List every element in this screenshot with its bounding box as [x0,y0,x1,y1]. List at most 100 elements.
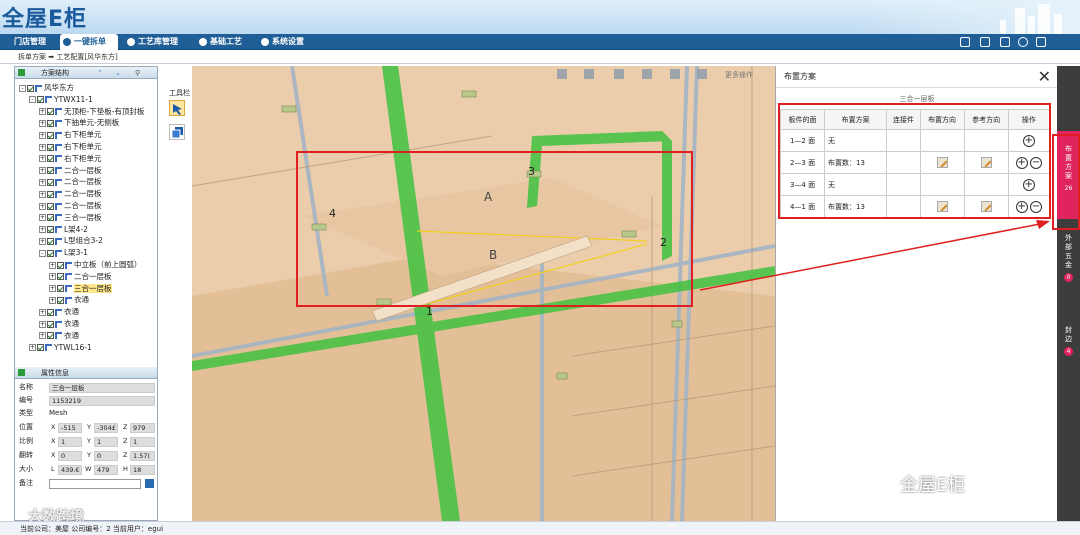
expand-toggle-icon[interactable]: + [39,155,46,163]
checkbox[interactable] [47,178,54,186]
checkbox[interactable] [47,249,54,257]
pos-z[interactable]: 979 [130,423,155,433]
checkbox[interactable] [47,108,54,116]
checkbox[interactable] [57,273,64,281]
collapse-toggle-icon[interactable]: - [39,249,46,257]
size-w[interactable]: 479 [94,465,118,475]
list-icon[interactable] [18,69,25,76]
expand-toggle-icon[interactable]: + [39,320,46,328]
expand-toggle-icon[interactable]: + [39,119,46,127]
tree-item[interactable]: + 二合一层板 [39,176,102,187]
tree-item[interactable]: + 衣通 [39,330,79,341]
calendar-icon[interactable] [980,37,990,47]
tab-edge-banding[interactable]: 封边 4 [1057,326,1080,366]
more-actions[interactable]: 更多操作 [725,70,753,79]
menu-settings[interactable]: 系统设置 [258,34,318,50]
expand-toggle-icon[interactable]: + [39,202,46,210]
size-h[interactable]: 18 [130,465,155,475]
save-icon[interactable] [145,479,154,488]
checkbox[interactable] [57,296,64,304]
tree-item[interactable]: + 无顶柜-下垫板-有顶封板 [39,106,144,117]
tree-item[interactable]: - L架3-1 [39,247,88,258]
expand-toggle-icon[interactable]: + [49,261,56,269]
checkbox[interactable] [47,214,54,222]
expand-toggle-icon[interactable]: + [39,143,46,151]
tree-item[interactable]: + 二合一层板 [49,271,112,282]
collapse-toggle-icon[interactable]: - [19,84,26,92]
rot-x[interactable]: 0 [58,451,82,461]
search-icon[interactable]: ⚲ [135,67,140,79]
tree-item[interactable]: + 衣通 [49,294,89,305]
tree-item[interactable]: + 右下柜单元 [39,129,102,140]
checkbox[interactable] [37,344,44,352]
duplicate-tool-button[interactable] [169,124,185,140]
size-l[interactable]: 439.€ [58,465,82,475]
pos-y[interactable]: -304£ [94,423,118,433]
checkbox[interactable] [27,84,34,92]
checkbox[interactable] [57,261,64,269]
tree-item[interactable]: - 风华东方 [19,82,74,93]
rot-z[interactable]: 1.57( [130,451,155,461]
tree-item[interactable]: - YTWX11-1 [29,94,93,105]
checkbox[interactable] [47,190,54,198]
expand-toggle-icon[interactable]: + [39,190,46,198]
tree-item[interactable]: + L型组合3-2 [39,235,103,246]
menu-store[interactable]: 门店管理 [0,34,52,50]
menu-craft-library[interactable]: 工艺库管理 [124,34,190,50]
expand-toggle-icon[interactable]: + [49,273,56,281]
close-icon[interactable]: ✕ [1038,69,1051,85]
checkbox[interactable] [47,308,54,316]
checkbox[interactable] [47,119,54,127]
expand-toggle-icon[interactable]: + [39,308,46,316]
tree-item[interactable]: + 二合一层板 [39,165,102,176]
tree-item[interactable]: + 三合一层板 [49,283,112,294]
checkbox[interactable] [47,226,54,234]
checkbox[interactable] [47,202,54,210]
home-icon[interactable] [960,37,970,47]
expand-toggle-icon[interactable]: + [39,237,46,245]
tree-item[interactable]: + 衣通 [39,306,79,317]
expand-toggle-icon[interactable]: + [29,344,36,352]
checkbox[interactable] [47,332,54,340]
tree-item[interactable]: + 中立板（前上圆弧） [49,259,142,270]
rot-y[interactable]: 0 [94,451,118,461]
tree-item[interactable]: + 右下柜单元 [39,141,102,152]
expand-toggle-icon[interactable]: + [49,296,56,304]
expand-toggle-icon[interactable]: + [39,332,46,340]
tree-item[interactable]: + 右下柜单元 [39,153,102,164]
expand-toggle-icon[interactable]: + [39,131,46,139]
pos-x[interactable]: -515 [58,423,82,433]
tree-item[interactable]: + 二合一层板 [39,200,102,211]
checkbox[interactable] [47,131,54,139]
menu-basic-craft[interactable]: 基础工艺 [196,34,252,50]
checkbox[interactable] [57,285,64,293]
tree-item[interactable]: + 三合一层板 [39,212,102,223]
exit-icon[interactable] [1036,37,1046,47]
menu-split-order[interactable]: 一键拆单 [60,34,118,50]
collapse-icon[interactable]: ⌃ [97,67,103,79]
expand-toggle-icon[interactable]: + [39,226,46,234]
tree-item[interactable]: + L架4-2 [39,224,88,235]
note-input[interactable] [49,479,141,489]
checkbox[interactable] [37,96,44,104]
expand-icon[interactable]: ⌄ [115,67,121,79]
checkbox[interactable] [47,167,54,175]
checkbox[interactable] [47,320,54,328]
tree-item[interactable]: + 衣通 [39,318,79,329]
tree-item[interactable]: + YTWL16-1 [29,342,92,353]
tree-item[interactable]: + 下抽单元-无侧板 [39,117,119,128]
checkbox[interactable] [47,155,54,163]
expand-toggle-icon[interactable]: + [39,214,46,222]
chart-icon[interactable] [1000,37,1010,47]
collapse-toggle-icon[interactable]: - [29,96,36,104]
expand-toggle-icon[interactable]: + [39,167,46,175]
expand-toggle-icon[interactable]: + [39,178,46,186]
gear-icon[interactable] [1018,37,1028,47]
checkbox[interactable] [47,237,54,245]
checkbox[interactable] [47,143,54,151]
select-tool-button[interactable] [169,100,185,116]
scale-y[interactable]: 1 [94,437,118,447]
scale-z[interactable]: 1 [130,437,155,447]
scale-x[interactable]: 1 [58,437,82,447]
tab-hardware[interactable]: 外部五金 0 [1057,234,1080,294]
